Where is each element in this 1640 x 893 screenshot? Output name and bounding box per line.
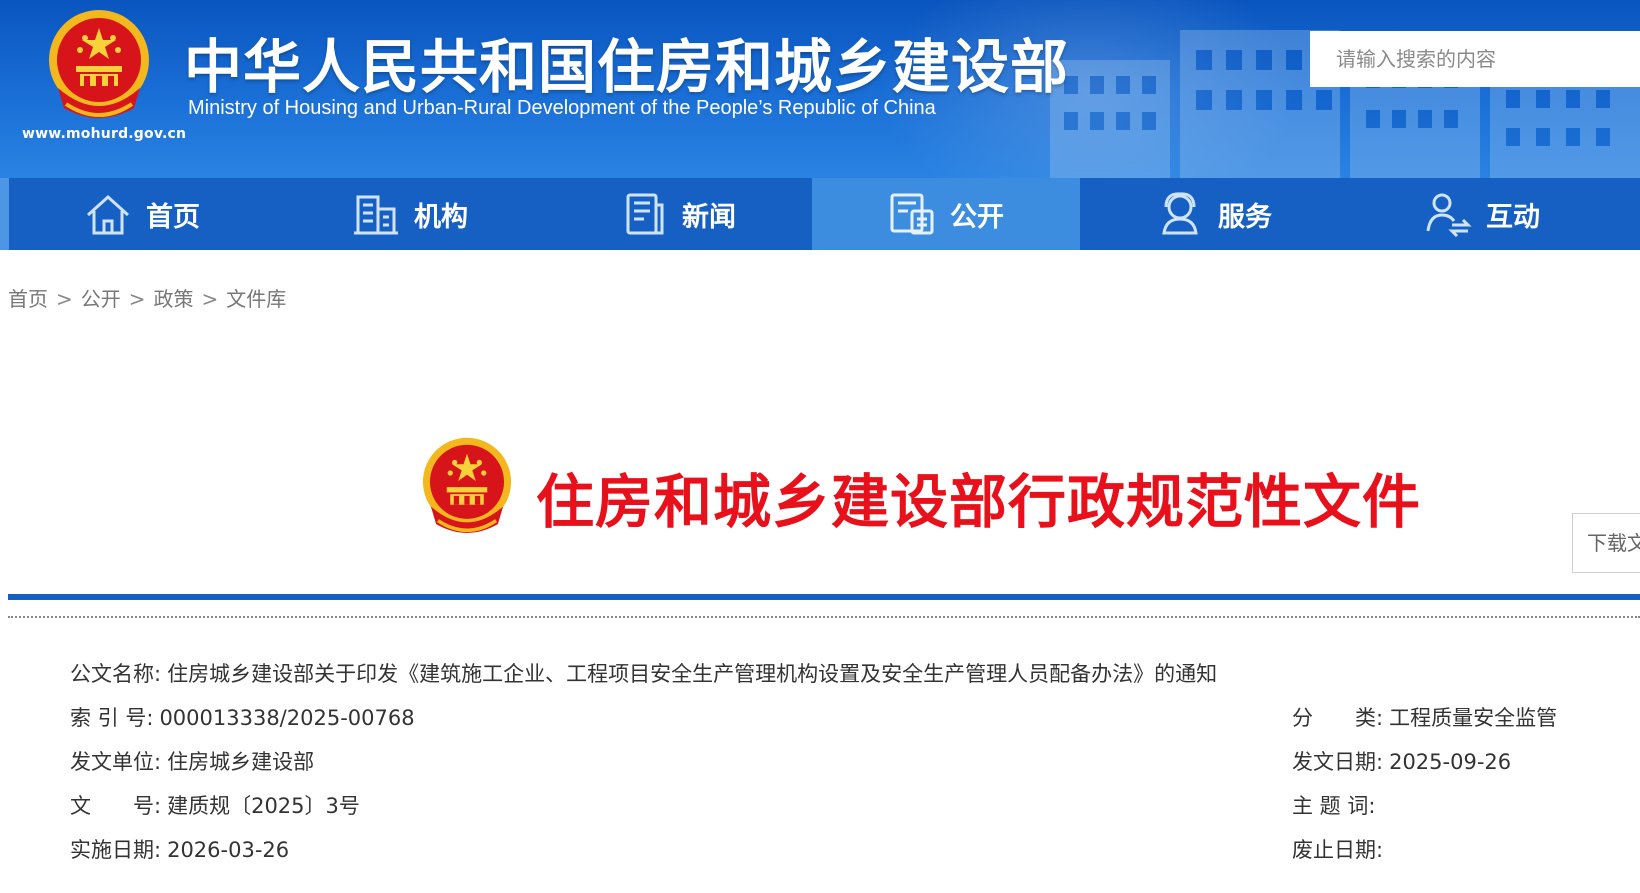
meta-row-issuer: 发文单位: 住房城乡建设部 [70,746,314,776]
nav-item-home[interactable]: 首页 [8,178,276,250]
disclosure-icon [890,193,934,235]
meta-row-category: 分 类: 工程质量安全监管 [1292,702,1557,732]
document-heading: 住房和城乡建设部行政规范性文件 [536,468,1422,536]
meta-row-name: 公文名称: 住房城乡建设部关于印发《建筑施工企业、工程项目安全生产管理机构设置及安… [70,658,1217,688]
national-emblem-icon [49,10,149,118]
nav-label-news: 新闻 [682,201,736,233]
main-nav: 首页 机构 新闻 公开 服务 互动 [0,178,1640,250]
site-url: www.mohurd.gov.cn [22,126,187,142]
meta-value-index: 000013338/2025-00768 [159,706,415,730]
meta-label: 文 号: [70,794,162,818]
meta-value-name: 住房城乡建设部关于印发《建筑施工企业、工程项目安全生产管理机构设置及安全生产管理… [167,662,1218,686]
national-emblem-icon [422,437,512,533]
meta-row-repeal-date: 废止日期: [1292,834,1389,864]
meta-row-doc-number: 文 号: 建质规〔2025〕3号 [70,790,360,820]
nav-label-organization: 机构 [414,201,468,233]
meta-label: 废止日期: [1292,838,1384,862]
site-title: 中华人民共和国住房和城乡建设部 [184,33,1070,101]
breadcrumb-disclosure[interactable]: 公开 [81,287,121,311]
download-button[interactable]: 下载文件 [1572,513,1640,573]
heading-divider [8,594,1640,600]
nav-label-interaction: 互动 [1486,201,1540,233]
meta-row-index: 索 引 号: 000013338/2025-00768 [70,702,415,732]
meta-value-category: 工程质量安全监管 [1389,706,1558,730]
nav-label-service: 服务 [1218,201,1272,233]
meta-value-doc-number: 建质规〔2025〕3号 [167,794,360,818]
news-icon [626,193,664,235]
dotted-divider [8,616,1640,618]
meta-label: 分 类: [1292,706,1384,730]
meta-row-keywords: 主 题 词: [1292,790,1381,820]
breadcrumb-policy[interactable]: 政策 [154,287,194,311]
meta-value-effective-date: 2026-03-26 [167,838,290,862]
search-input[interactable] [1310,31,1640,87]
meta-row-effective-date: 实施日期: 2026-03-26 [70,834,289,864]
breadcrumb-separator: > [56,287,73,311]
home-icon [86,194,130,235]
breadcrumb: 首页 > 公开 > 政策 > 文件库 [8,283,286,312]
meta-row-issue-date: 发文日期: 2025-09-26 [1292,746,1511,776]
site-header: www.mohurd.gov.cn 中华人民共和国住房和城乡建设部 Minist… [0,0,1640,178]
nav-item-news[interactable]: 新闻 [544,178,812,250]
building-icon [354,195,398,235]
interaction-icon [1426,193,1472,237]
site-subtitle: Ministry of Housing and Urban-Rural Deve… [188,97,936,119]
meta-label: 公文名称: [70,662,162,686]
breadcrumb-separator: > [201,287,219,311]
nav-label-home: 首页 [146,201,200,233]
meta-label: 索 引 号: [70,706,154,730]
meta-label: 发文日期: [1292,750,1384,774]
meta-value-issuer: 住房城乡建设部 [167,750,315,774]
meta-value-issue-date: 2025-09-26 [1389,750,1512,774]
nav-label-disclosure: 公开 [950,201,1004,233]
breadcrumb-home[interactable]: 首页 [8,287,48,311]
meta-label: 主 题 词: [1292,794,1376,818]
meta-label: 发文单位: [70,750,162,774]
service-icon [1162,192,1198,235]
breadcrumb-separator: > [128,287,146,311]
nav-item-disclosure[interactable]: 公开 [812,178,1080,250]
nav-item-service[interactable]: 服务 [1080,178,1348,250]
nav-item-interaction[interactable]: 互动 [1348,178,1616,250]
meta-label: 实施日期: [70,838,162,862]
breadcrumb-file-library[interactable]: 文件库 [226,287,286,311]
nav-item-organization[interactable]: 机构 [276,178,544,250]
